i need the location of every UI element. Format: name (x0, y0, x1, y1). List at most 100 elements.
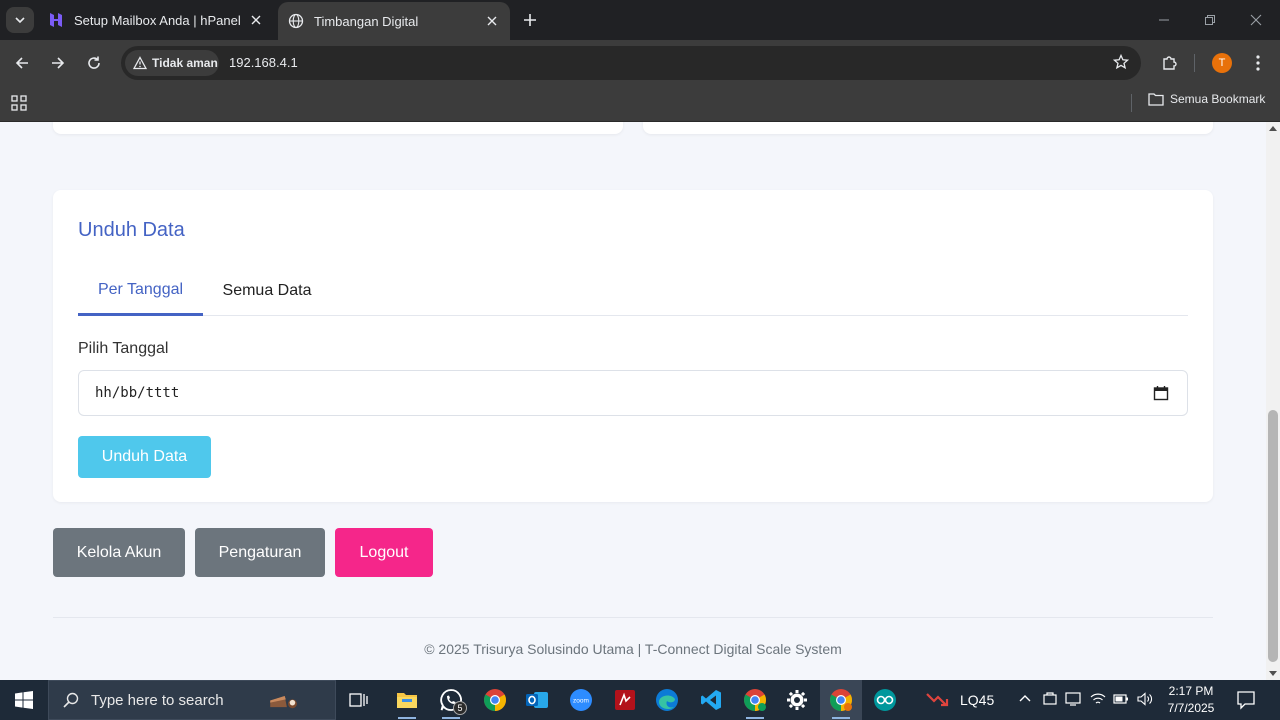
tab-semua-data[interactable]: Semua Data (203, 266, 331, 316)
taskbar-chrome[interactable] (474, 680, 516, 720)
reload-icon (88, 56, 100, 69)
display-icon[interactable] (1065, 692, 1081, 706)
close-window-button[interactable] (1233, 0, 1279, 40)
battery-icon[interactable] (1113, 692, 1129, 706)
bookmarks-divider (1131, 94, 1132, 112)
taskbar-zoom[interactable]: zoom (560, 680, 602, 720)
tab-per-tanggal[interactable]: Per Tanggal (78, 266, 203, 316)
browser-tab-hpanel[interactable]: Setup Mailbox Anda | hPanel (38, 0, 274, 40)
volume-icon[interactable] (1137, 692, 1153, 706)
restore-button[interactable] (1187, 0, 1233, 40)
task-view-button[interactable] (338, 680, 380, 720)
card-title: Unduh Data (78, 219, 185, 241)
notification-icon[interactable] (1236, 690, 1256, 710)
start-button[interactable] (0, 680, 48, 720)
scrollbar-thumb[interactable] (1268, 410, 1278, 662)
date-placeholder: hh/bb/tttt (95, 385, 180, 401)
profile-avatar[interactable]: T (1212, 53, 1232, 73)
page-viewport: Unduh Data Per Tanggal Semua Data Pilih … (0, 122, 1266, 680)
folder-icon (1148, 93, 1164, 106)
arrow-right-icon (52, 57, 65, 69)
windows-logo-icon (15, 691, 33, 709)
search-highlight-icon (270, 696, 297, 709)
extensions-button[interactable] (1157, 49, 1183, 77)
tab-title: Setup Mailbox Anda | hPanel (74, 12, 241, 28)
bookmark-star-button[interactable] (1112, 53, 1130, 75)
chevron-down-icon (15, 17, 25, 24)
apps-button[interactable] (10, 94, 28, 117)
card-partial-right (643, 122, 1213, 134)
back-button[interactable] (8, 49, 36, 77)
plus-icon (524, 14, 536, 26)
chrome-icon (830, 689, 852, 711)
chevron-up-icon[interactable] (1018, 692, 1032, 706)
warning-icon (133, 56, 147, 70)
stock-widget[interactable]: LQ45 (926, 680, 994, 720)
footer-copyright: © 2025 Trisurya Solusindo Utama | T-Conn… (424, 641, 842, 657)
download-button[interactable]: Unduh Data (78, 436, 211, 478)
hostinger-icon (50, 13, 62, 27)
arduino-icon (874, 689, 896, 711)
scroll-down-icon[interactable] (1269, 671, 1277, 677)
all-bookmarks-button[interactable]: Semua Bookmark (1148, 92, 1265, 106)
taskbar-arduino[interactable] (864, 680, 906, 720)
security-label: Tidak aman (152, 56, 218, 70)
taskbar-vscode[interactable] (690, 680, 732, 720)
taskbar-whatsapp[interactable]: 5 (430, 680, 472, 720)
stock-down-icon (926, 693, 949, 707)
tab-strip: Setup Mailbox Anda | hPanel Timbangan Di… (0, 0, 1280, 40)
settings-button[interactable]: Pengaturan (195, 528, 325, 577)
footer-divider (53, 617, 1213, 618)
arrow-left-icon (15, 57, 28, 69)
puzzle-icon (1163, 56, 1177, 70)
folder-icon (397, 693, 417, 708)
close-icon (1250, 14, 1262, 26)
taskbar-file-explorer[interactable] (386, 680, 428, 720)
browser-menu-button[interactable] (1248, 52, 1268, 74)
pdf-app-icon (615, 690, 635, 710)
calendar-icon (1153, 386, 1169, 401)
page-scrollbar[interactable] (1266, 122, 1280, 680)
close-tab-button[interactable] (484, 13, 500, 29)
reload-button[interactable] (80, 49, 108, 77)
chrome-icon (484, 689, 506, 711)
system-clock[interactable]: 2:17 PM 7/7/2025 (1160, 683, 1222, 717)
globe-icon (288, 13, 304, 29)
download-data-card: Unduh Data Per Tanggal Semua Data Pilih … (53, 190, 1213, 502)
close-tab-button[interactable] (248, 12, 264, 28)
new-tab-button[interactable] (518, 8, 542, 32)
more-vertical-icon (1256, 55, 1260, 71)
forward-button[interactable] (44, 49, 72, 77)
browser-tab-timbangan[interactable]: Timbangan Digital (278, 2, 510, 40)
browser-toolbar: Tidak aman 192.168.4.1 T (0, 40, 1280, 86)
date-field-label: Pilih Tanggal (78, 340, 169, 357)
tab-title: Timbangan Digital (314, 13, 419, 29)
manage-accounts-button[interactable]: Kelola Akun (53, 528, 185, 577)
clock-time: 2:17 PM (1168, 684, 1214, 698)
meet-now-icon[interactable] (1043, 692, 1057, 706)
toolbar-divider (1194, 54, 1195, 72)
vscode-icon (701, 690, 721, 710)
minimize-icon (1159, 19, 1169, 21)
download-tabs: Per Tanggal Semua Data (78, 266, 1188, 316)
restore-icon (1205, 15, 1215, 25)
security-chip[interactable]: Tidak aman (125, 50, 219, 76)
date-input[interactable]: hh/bb/tttt (78, 370, 1188, 416)
taskbar-settings[interactable] (776, 680, 818, 720)
minimize-button[interactable] (1141, 0, 1187, 40)
scroll-up-icon[interactable] (1269, 125, 1277, 131)
taskbar-outlook[interactable] (516, 680, 558, 720)
windows-taskbar: Type here to search 5 zoom LQ45 2:17 PM … (0, 680, 1280, 720)
taskbar-edge[interactable] (646, 680, 688, 720)
bookmarks-bar: Semua Bookmark (0, 86, 1280, 122)
wifi-icon[interactable] (1090, 692, 1106, 706)
logout-button[interactable]: Logout (335, 528, 433, 577)
taskbar-pdf-app[interactable] (604, 680, 646, 720)
calendar-picker-button[interactable] (1153, 385, 1169, 405)
gear-icon (787, 690, 807, 710)
tab-search-button[interactable] (6, 7, 34, 33)
url-text: 192.168.4.1 (229, 55, 298, 70)
taskbar-chrome-profile-2[interactable] (734, 680, 776, 720)
taskbar-chrome-active[interactable] (820, 680, 862, 720)
address-bar[interactable]: Tidak aman 192.168.4.1 (121, 46, 1141, 80)
